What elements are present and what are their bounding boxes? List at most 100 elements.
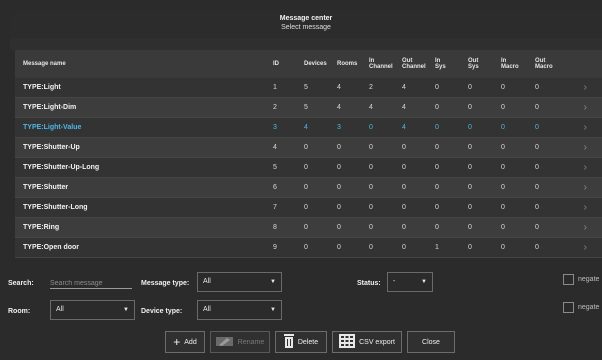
col-header-out-channel[interactable]: Out Channel <box>402 58 435 70</box>
device-type-value: All <box>203 306 211 313</box>
rooms-cell: 0 <box>337 204 341 211</box>
in-channel-cell: 0 <box>369 244 373 251</box>
chevron-right-icon[interactable]: › <box>569 182 589 193</box>
col-header-rooms[interactable]: Rooms <box>337 61 369 67</box>
caret-down-icon: ▼ <box>123 307 129 313</box>
col-header-in-sys[interactable]: In Sys <box>435 58 468 70</box>
in-macro-cell: 0 <box>501 244 505 251</box>
table-row[interactable]: TYPE:Light 1 5 4 2 4 0 0 0 0 › <box>15 78 602 98</box>
col-header-in-channel[interactable]: In Channel <box>369 58 402 70</box>
col-header-out-macro[interactable]: Out Macro <box>535 58 569 70</box>
col-header-name[interactable]: Message name <box>15 61 273 67</box>
rooms-cell: 4 <box>337 104 341 111</box>
out-macro-cell: 0 <box>535 144 539 151</box>
id-cell: 3 <box>273 124 277 131</box>
message-name-cell: TYPE:Shutter-Long <box>23 204 88 211</box>
message-name-cell: TYPE:Open door <box>23 244 79 251</box>
rooms-cell: 0 <box>337 224 341 231</box>
in-macro-cell: 0 <box>501 124 505 131</box>
col-header-out-sys[interactable]: Out Sys <box>468 58 501 70</box>
delete-button-label: Delete <box>297 338 319 346</box>
negate-checkbox-1[interactable] <box>563 274 574 285</box>
table-row[interactable]: TYPE:Shutter-Long 7 0 0 0 0 0 0 0 0 › <box>15 198 602 218</box>
out-channel-cell: 4 <box>402 104 406 111</box>
close-button[interactable]: Close <box>407 331 455 353</box>
rooms-cell: 4 <box>337 84 341 91</box>
chevron-right-icon[interactable]: › <box>569 102 589 113</box>
in-macro-cell: 0 <box>501 184 505 191</box>
action-toolbar: + Add Rename Delete CSV export Close <box>0 331 602 355</box>
rename-button[interactable]: Rename <box>210 331 270 353</box>
chevron-right-icon[interactable]: › <box>569 82 589 93</box>
search-label: Search: <box>8 280 34 287</box>
in-macro-cell: 0 <box>501 204 505 211</box>
chevron-right-icon[interactable]: › <box>569 202 589 213</box>
out-channel-cell: 0 <box>402 144 406 151</box>
rooms-cell: 0 <box>337 244 341 251</box>
in-channel-cell: 0 <box>369 224 373 231</box>
devices-cell: 0 <box>304 244 308 251</box>
csv-export-button[interactable]: CSV export <box>332 331 402 353</box>
col-header-out-sys-line2: Sys <box>468 64 479 70</box>
chevron-right-icon[interactable]: › <box>569 142 589 153</box>
header-spacer <box>10 38 602 50</box>
spreadsheet-icon <box>339 334 356 350</box>
out-macro-cell: 0 <box>535 164 539 171</box>
status-select[interactable]: - ▼ <box>387 272 433 292</box>
out-sys-cell: 0 <box>468 204 472 211</box>
room-select[interactable]: All ▼ <box>50 300 135 320</box>
out-sys-cell: 0 <box>468 144 472 151</box>
caret-down-icon: ▼ <box>270 279 276 285</box>
rooms-cell: 0 <box>337 184 341 191</box>
add-button[interactable]: + Add <box>165 331 205 353</box>
add-button-label: Add <box>184 338 197 346</box>
id-cell: 4 <box>273 144 277 151</box>
table-row[interactable]: TYPE:Shutter 6 0 0 0 0 0 0 0 0 › <box>15 178 602 198</box>
in-macro-cell: 0 <box>501 224 505 231</box>
device-type-select[interactable]: All ▼ <box>197 300 282 320</box>
out-sys-cell: 0 <box>468 184 472 191</box>
out-channel-cell: 4 <box>402 124 406 131</box>
table-row[interactable]: TYPE:Shutter-Up 4 0 0 0 0 0 0 0 0 › <box>15 138 602 158</box>
id-cell: 1 <box>273 84 277 91</box>
id-cell: 5 <box>273 164 277 171</box>
table-row[interactable]: TYPE:Shutter-Up-Long 5 0 0 0 0 0 0 0 0 › <box>15 158 602 178</box>
table-row[interactable]: TYPE:Open door 9 0 0 0 0 1 0 0 0 › <box>15 238 602 258</box>
in-sys-cell: 0 <box>435 124 439 131</box>
message-type-value: All <box>203 278 211 285</box>
col-header-in-macro[interactable]: In Macro <box>501 58 535 70</box>
message-name-cell: TYPE:Ring <box>23 224 60 231</box>
chevron-right-icon[interactable]: › <box>569 162 589 173</box>
in-macro-cell: 0 <box>501 84 505 91</box>
col-header-devices[interactable]: Devices <box>304 61 337 67</box>
rooms-cell: 0 <box>337 164 341 171</box>
caret-down-icon: ▼ <box>270 307 276 313</box>
negate-checkbox-2[interactable] <box>563 302 574 313</box>
message-table: Message name ID Devices Rooms In Channel … <box>15 50 602 260</box>
message-name-cell: TYPE:Light-Value <box>23 124 82 131</box>
table-row[interactable]: TYPE:Light-Value 3 4 3 0 4 0 0 0 0 › <box>15 118 602 138</box>
chevron-right-icon[interactable]: › <box>569 222 589 233</box>
delete-button[interactable]: Delete <box>275 331 327 353</box>
plus-icon: + <box>173 335 181 349</box>
in-macro-cell: 0 <box>501 164 505 171</box>
id-cell: 2 <box>273 104 277 111</box>
message-type-select[interactable]: All ▼ <box>197 272 282 292</box>
out-macro-cell: 0 <box>535 124 539 131</box>
col-header-in-sys-line2: Sys <box>435 64 446 70</box>
col-header-id[interactable]: ID <box>273 61 304 67</box>
table-row[interactable]: TYPE:Light-Dim 2 5 4 4 4 0 0 0 0 › <box>15 98 602 118</box>
chevron-right-icon[interactable]: › <box>569 122 589 133</box>
table-row[interactable]: TYPE:Ring 8 0 0 0 0 0 0 0 0 › <box>15 218 602 238</box>
out-channel-cell: 0 <box>402 244 406 251</box>
id-cell: 9 <box>273 244 277 251</box>
out-channel-cell: 4 <box>402 84 406 91</box>
search-input[interactable] <box>50 278 132 289</box>
chevron-right-icon[interactable]: › <box>569 242 589 253</box>
devices-cell: 4 <box>304 124 308 131</box>
devices-cell: 0 <box>304 204 308 211</box>
negate-label-2: negate <box>578 304 600 311</box>
out-sys-cell: 0 <box>468 104 472 111</box>
room-label: Room: <box>8 308 31 315</box>
col-header-out-macro-line2: Macro <box>535 64 553 70</box>
